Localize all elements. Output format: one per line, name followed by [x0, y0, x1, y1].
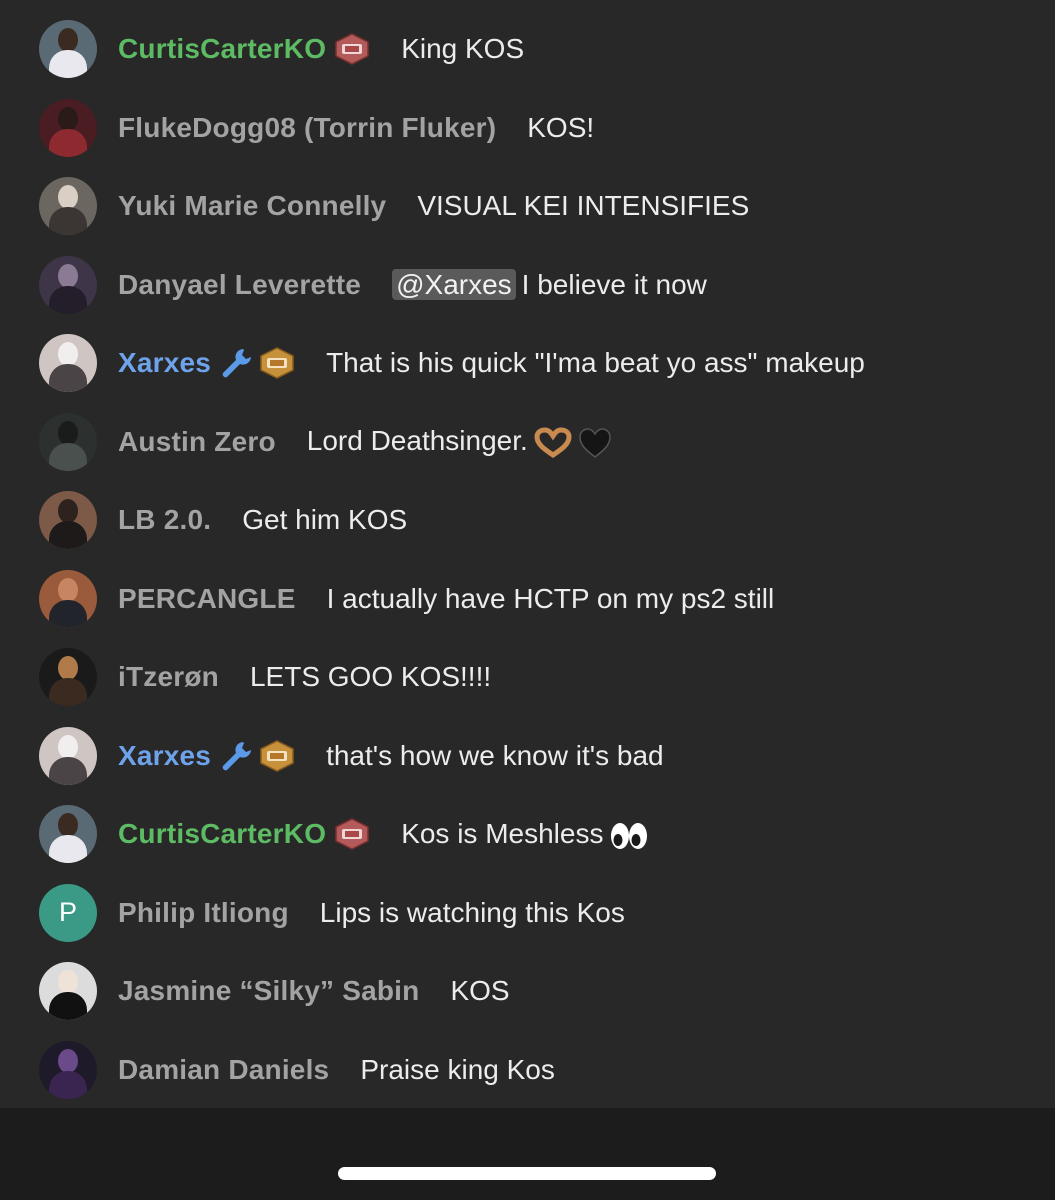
chat-message: Yuki Marie Connelly VISUAL KEI INTENSIFI… — [0, 167, 1055, 246]
chat-message: iTzerøn LETS GOO KOS!!!! — [0, 638, 1055, 717]
chat-message: CurtisCarterKO King KOS — [0, 10, 1055, 89]
avatar[interactable] — [39, 1040, 97, 1099]
message-body: I believe it now — [521, 268, 707, 300]
avatar[interactable] — [39, 491, 97, 550]
message-text: KOS — [450, 975, 510, 1007]
message-text: VISUAL KEI INTENSIFIES — [417, 190, 750, 222]
eyes-icon — [611, 822, 648, 849]
mention-chip[interactable]: @Xarxes — [392, 268, 516, 300]
username[interactable]: iTzerøn — [118, 660, 219, 694]
avatar[interactable] — [39, 177, 97, 236]
message-body: Lord Deathsinger. — [306, 425, 528, 457]
league-badge-icon — [335, 33, 369, 66]
avatar[interactable] — [39, 98, 97, 157]
username[interactable]: CurtisCarterKO — [118, 817, 326, 851]
message-body: Kos is Meshless — [401, 817, 604, 849]
username[interactable]: Damian Daniels — [118, 1053, 329, 1087]
chat-message: CurtisCarterKO Kos is Meshless — [0, 795, 1055, 874]
username[interactable]: Yuki Marie Connelly — [118, 189, 386, 223]
username[interactable]: Jasmine “Silky” Sabin — [118, 974, 419, 1008]
message-text: LETS GOO KOS!!!! — [249, 661, 492, 693]
message-text: I actually have HCTP on my ps2 still — [326, 582, 775, 614]
bottom-bar — [0, 1108, 1055, 1200]
avatar[interactable] — [39, 962, 97, 1021]
message-text: Kos is Meshless — [401, 817, 649, 852]
username[interactable]: Xarxes — [118, 346, 211, 380]
message-text: Get him KOS — [242, 504, 408, 536]
username[interactable]: FlukeDogg08 (Torrin Fluker) — [118, 111, 496, 145]
heart-hands-icon — [534, 427, 572, 459]
message-text: Lord Deathsinger. — [307, 424, 612, 459]
chat-message: LB 2.0. Get him KOS — [0, 481, 1055, 560]
wrench-icon — [222, 741, 252, 771]
league-badge-icon — [335, 818, 369, 851]
message-text: King KOS — [401, 33, 525, 65]
username[interactable]: Philip Itliong — [118, 896, 289, 930]
home-indicator[interactable] — [338, 1167, 716, 1180]
username[interactable]: PERCANGLE — [118, 582, 296, 616]
wrench-icon — [222, 349, 252, 378]
chat-screen: CurtisCarterKO King KOS FlukeDogg08 (Tor… — [0, 0, 1055, 1200]
avatar[interactable]: P — [39, 883, 97, 942]
chat-message: FlukeDogg08 (Torrin Fluker) KOS! — [0, 89, 1055, 168]
message-text: @Xarxes I believe it now — [392, 268, 707, 302]
username[interactable]: Danyael Leverette — [118, 268, 361, 302]
chat-message: Damian Daniels Praise king Kos — [0, 1031, 1055, 1109]
avatar[interactable] — [39, 334, 97, 393]
chat-message-list[interactable]: CurtisCarterKO King KOS FlukeDogg08 (Tor… — [0, 10, 1055, 1108]
avatar[interactable] — [39, 20, 97, 79]
username[interactable]: Xarxes — [118, 739, 211, 773]
avatar-letter: P — [58, 897, 77, 928]
chat-message: P Philip Itliong Lips is watching this K… — [0, 874, 1055, 953]
message-text: Praise king Kos — [360, 1053, 555, 1085]
league-badge-icon — [260, 739, 294, 772]
avatar[interactable] — [39, 569, 97, 628]
chat-message: PERCANGLE I actually have HCTP on my ps2… — [0, 560, 1055, 639]
avatar[interactable] — [39, 255, 97, 314]
message-text: KOS! — [527, 111, 595, 143]
league-badge-icon — [260, 347, 294, 380]
chat-message: Jasmine “Silky” Sabin KOS — [0, 952, 1055, 1031]
black-heart-icon — [579, 428, 611, 458]
chat-message: Xarxes that's how we know it's bad — [0, 717, 1055, 796]
message-text: That is his quick "I'ma beat yo ass" mak… — [326, 347, 865, 379]
chat-message: Austin Zero Lord Deathsinger. — [0, 403, 1055, 482]
username[interactable]: LB 2.0. — [118, 503, 211, 537]
avatar[interactable] — [39, 726, 97, 785]
avatar[interactable] — [39, 648, 97, 707]
chat-message: Danyael Leverette @Xarxes I believe it no… — [0, 246, 1055, 325]
message-text: that's how we know it's bad — [326, 739, 664, 771]
avatar[interactable] — [39, 805, 97, 864]
message-text: Lips is watching this Kos — [319, 896, 625, 928]
username[interactable]: Austin Zero — [118, 425, 276, 459]
chat-message: Xarxes That is his quick "I'ma beat yo a… — [0, 324, 1055, 403]
avatar[interactable] — [39, 412, 97, 471]
username[interactable]: CurtisCarterKO — [118, 32, 326, 66]
